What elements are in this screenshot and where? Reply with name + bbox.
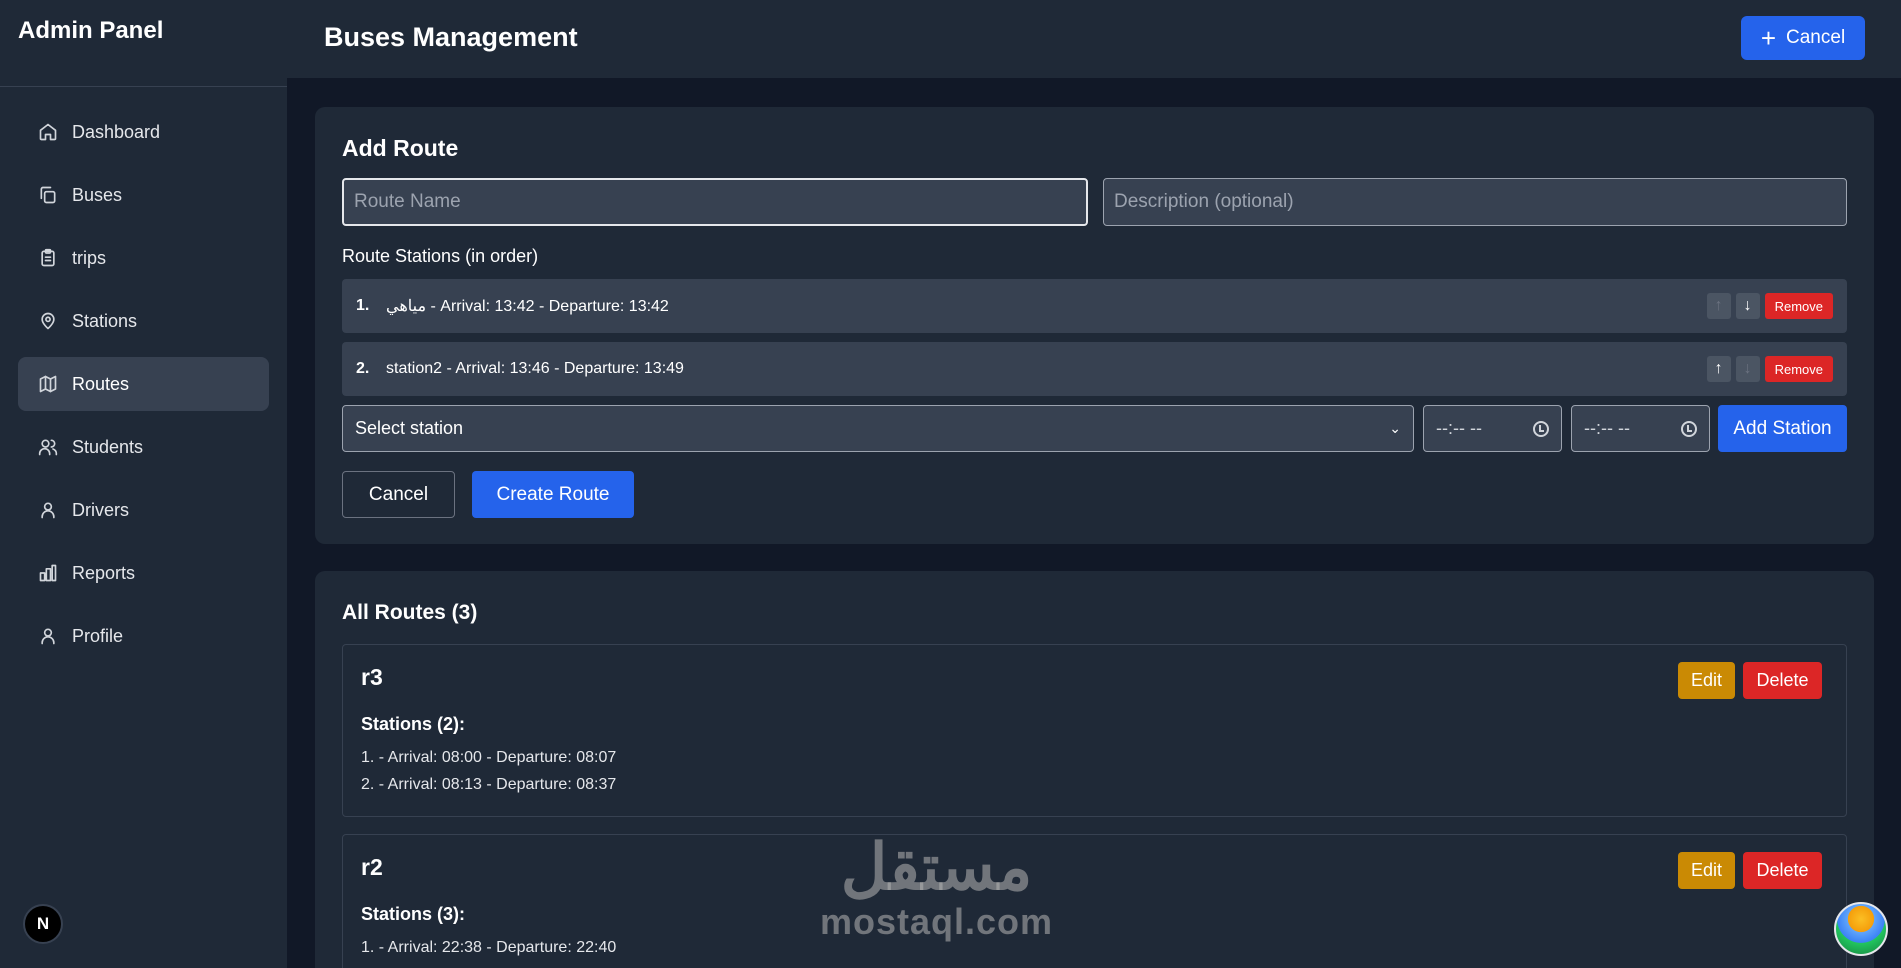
header-cancel-label: Cancel bbox=[1786, 27, 1846, 48]
route-station-row: 1. مياهي - Arrival: 13:42 - Departure: 1… bbox=[342, 279, 1847, 333]
station-number: 1. bbox=[356, 297, 370, 314]
home-icon bbox=[38, 122, 58, 142]
sidebar-item-label: Dashboard bbox=[72, 121, 161, 142]
move-up-button[interactable]: ↑ bbox=[1706, 293, 1731, 319]
watermark-latin: mostaql.com bbox=[820, 901, 1054, 942]
edit-route-button[interactable]: Edit bbox=[1678, 852, 1735, 889]
page-title: Buses Management bbox=[324, 22, 578, 52]
departure-time-value: --:-- -- bbox=[1584, 418, 1630, 438]
add-route-title: Add Route bbox=[342, 135, 459, 161]
edit-route-button[interactable]: Edit bbox=[1678, 662, 1735, 699]
sidebar-item-label: trips bbox=[72, 247, 107, 268]
watermark-arabic: مستقل bbox=[840, 831, 1033, 903]
all-routes-card: All Routes (3) r3 Edit Delete Stations (… bbox=[315, 571, 1874, 968]
station-text: مياهي - Arrival: 13:42 - Departure: 13:4… bbox=[386, 298, 669, 315]
route-station-line: 2. - Arrival: 08:13 - Departure: 08:37 bbox=[361, 776, 617, 793]
sidebar-item-label: Buses bbox=[72, 184, 123, 205]
route-station-line: 1. - Arrival: 08:00 - Departure: 08:07 bbox=[361, 749, 617, 766]
select-station-value: Select station bbox=[355, 418, 464, 438]
route-station-line: 1. - Arrival: 22:38 - Departure: 22:40 bbox=[361, 939, 617, 956]
users-icon bbox=[38, 437, 58, 457]
route-station-row: 2. station2 - Arrival: 13:46 - Departure… bbox=[342, 342, 1847, 396]
clock-icon bbox=[1533, 420, 1549, 437]
route-item: r3 Edit Delete Stations (2): 1. - Arriva… bbox=[342, 644, 1847, 817]
all-routes-title: All Routes (3) bbox=[342, 601, 478, 624]
route-stations-heading: Stations (3): bbox=[361, 904, 466, 924]
clipboard-icon bbox=[38, 248, 58, 268]
user-icon bbox=[38, 626, 58, 646]
description-input[interactable] bbox=[1103, 178, 1847, 226]
delete-route-button[interactable]: Delete bbox=[1743, 662, 1822, 699]
sidebar-item-label: Routes bbox=[72, 373, 130, 394]
delete-route-button[interactable]: Delete bbox=[1743, 852, 1822, 889]
arrival-time-value: --:-- -- bbox=[1436, 418, 1482, 438]
move-up-button[interactable]: ↑ bbox=[1706, 356, 1731, 382]
sidebar-item-buses[interactable]: Buses bbox=[18, 168, 269, 222]
station-number: 2. bbox=[356, 360, 370, 377]
move-down-button[interactable]: ↓ bbox=[1735, 356, 1760, 382]
sidebar-item-trips[interactable]: trips bbox=[18, 231, 269, 285]
route-name: r3 bbox=[361, 664, 383, 690]
plus-icon: + bbox=[1760, 23, 1777, 53]
sidebar: Admin Panel Dashboard Buses trips Statio… bbox=[0, 0, 287, 968]
sidebar-item-label: Stations bbox=[72, 310, 138, 331]
station-text: station2 - Arrival: 13:46 - Departure: 1… bbox=[386, 360, 684, 377]
create-route-button[interactable]: Create Route bbox=[472, 471, 634, 518]
select-station-dropdown[interactable]: Select station ⌄ bbox=[342, 405, 1414, 452]
sidebar-item-profile[interactable]: Profile bbox=[18, 609, 269, 663]
sidebar-item-label: Students bbox=[72, 436, 144, 457]
header-cancel-button[interactable]: + Cancel bbox=[1741, 16, 1865, 60]
map-icon bbox=[38, 374, 58, 394]
sidebar-item-routes[interactable]: Routes bbox=[18, 357, 269, 411]
sidebar-item-label: Reports bbox=[72, 562, 136, 583]
sidebar-item-dashboard[interactable]: Dashboard bbox=[18, 105, 269, 159]
remove-station-button[interactable]: Remove bbox=[1764, 356, 1833, 382]
route-stations-heading: Stations (2): bbox=[361, 714, 466, 734]
sidebar-item-label: Profile bbox=[72, 625, 124, 646]
arrival-time-input[interactable]: --:-- -- bbox=[1423, 405, 1562, 452]
remove-station-button[interactable]: Remove bbox=[1764, 293, 1833, 319]
avatar[interactable] bbox=[1834, 902, 1888, 956]
brand-title: Admin Panel bbox=[0, 0, 287, 87]
copy-icon bbox=[38, 185, 58, 205]
route-stations-label: Route Stations (in order) bbox=[342, 246, 539, 266]
route-name: r2 bbox=[361, 854, 383, 880]
top-bar: Buses Management + Cancel bbox=[287, 0, 1901, 79]
framework-badge[interactable]: N bbox=[23, 904, 63, 944]
watermark: مستقل mostaql.com bbox=[820, 835, 1053, 943]
departure-time-input[interactable]: --:-- -- bbox=[1571, 405, 1710, 452]
chevron-down-icon: ⌄ bbox=[1389, 420, 1401, 436]
cancel-button[interactable]: Cancel bbox=[342, 471, 455, 518]
sidebar-item-label: Drivers bbox=[72, 499, 129, 520]
user-icon bbox=[38, 500, 58, 520]
move-down-button[interactable]: ↓ bbox=[1735, 293, 1760, 319]
add-station-button[interactable]: Add Station bbox=[1718, 405, 1847, 452]
sidebar-item-students[interactable]: Students bbox=[18, 420, 269, 474]
sidebar-item-reports[interactable]: Reports bbox=[18, 546, 269, 600]
bar-chart-icon bbox=[38, 563, 58, 583]
add-route-card: Add Route Route Stations (in order) 1. م… bbox=[315, 107, 1874, 544]
route-item: r2 Edit Delete Stations (3): 1. - Arriva… bbox=[342, 834, 1847, 968]
sidebar-item-drivers[interactable]: Drivers bbox=[18, 483, 269, 537]
sidebar-item-stations[interactable]: Stations bbox=[18, 294, 269, 348]
route-name-input[interactable] bbox=[342, 178, 1088, 226]
clock-icon bbox=[1681, 420, 1697, 437]
sidebar-nav: Dashboard Buses trips Stations Routes St… bbox=[0, 87, 287, 663]
map-pin-icon bbox=[38, 311, 58, 331]
